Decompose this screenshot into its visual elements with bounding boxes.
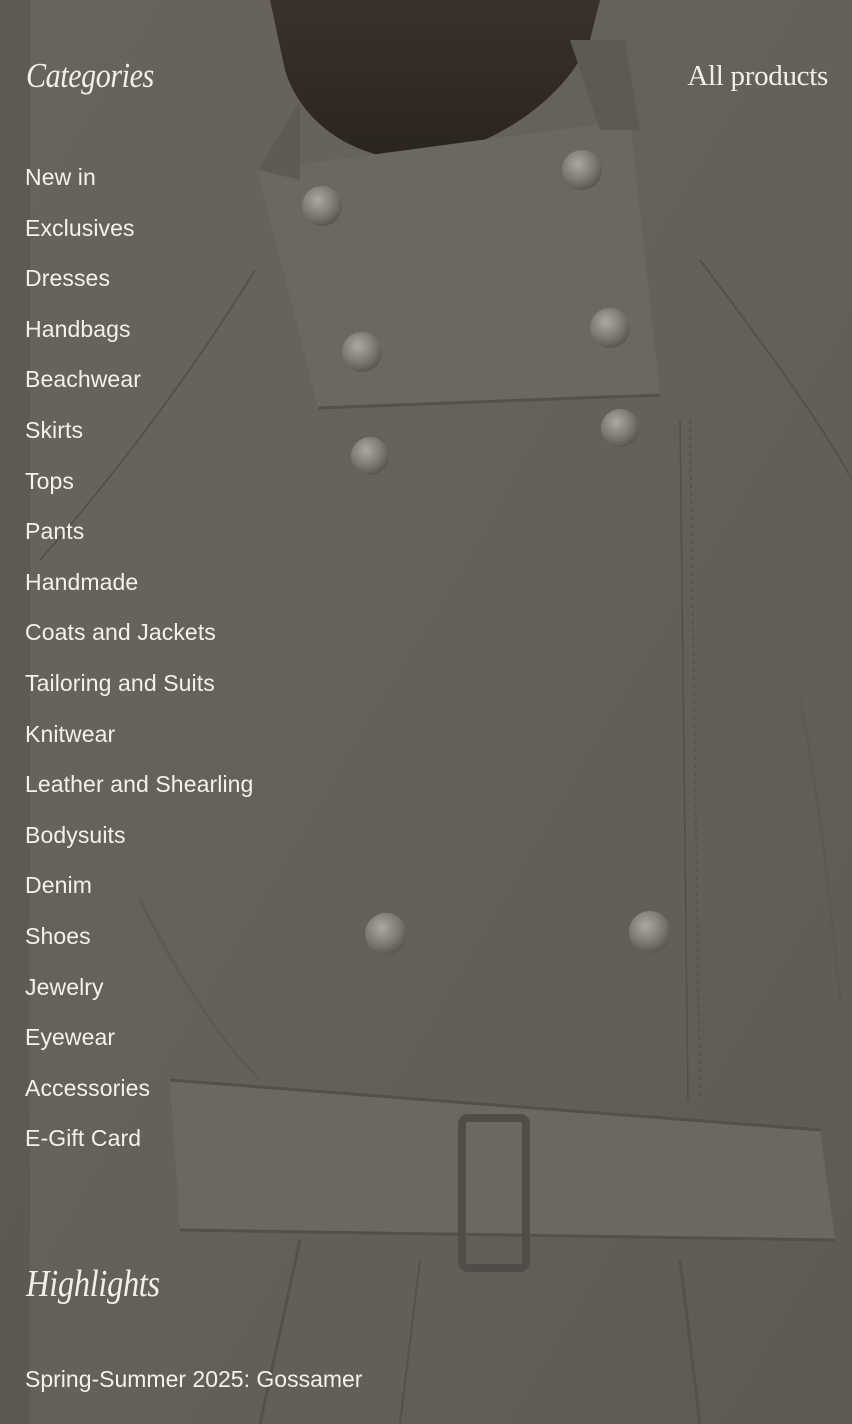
category-link-new-in[interactable]: New in: [25, 158, 96, 196]
category-item: Dresses: [25, 259, 253, 310]
category-item: Eyewear: [25, 1018, 253, 1069]
category-item: Beachwear: [25, 360, 253, 411]
category-link-beachwear[interactable]: Beachwear: [25, 360, 141, 398]
category-link-accessories[interactable]: Accessories: [25, 1069, 150, 1107]
category-link-knitwear[interactable]: Knitwear: [25, 715, 115, 753]
highlights-heading: Highlights: [26, 1263, 160, 1305]
category-item: Exclusives: [25, 209, 253, 260]
category-link-tailoring-and-suits[interactable]: Tailoring and Suits: [25, 664, 215, 702]
category-item: Handbags: [25, 310, 253, 361]
category-item: New in: [25, 158, 253, 209]
category-link-tops[interactable]: Tops: [25, 462, 74, 500]
category-link-exclusives[interactable]: Exclusives: [25, 209, 135, 247]
category-item: Shoes: [25, 917, 253, 968]
category-item: Denim: [25, 866, 253, 917]
category-item: Tailoring and Suits: [25, 664, 253, 715]
category-link-coats-and-jackets[interactable]: Coats and Jackets: [25, 613, 216, 651]
highlight-link-spring-summer-2025[interactable]: Spring-Summer 2025: Gossamer: [25, 1366, 362, 1393]
category-item: Skirts: [25, 411, 253, 462]
category-link-pants[interactable]: Pants: [25, 512, 84, 550]
categories-heading: Categories: [26, 56, 154, 95]
category-item: Leather and Shearling: [25, 765, 253, 816]
category-link-e-gift-card[interactable]: E-Gift Card: [25, 1119, 141, 1157]
category-item: Jewelry: [25, 968, 253, 1019]
category-item: Knitwear: [25, 715, 253, 766]
category-link-skirts[interactable]: Skirts: [25, 411, 83, 449]
category-item: Bodysuits: [25, 816, 253, 867]
category-item: Tops: [25, 462, 253, 513]
category-link-dresses[interactable]: Dresses: [25, 259, 110, 297]
category-link-leather-and-shearling[interactable]: Leather and Shearling: [25, 765, 253, 803]
category-item: Coats and Jackets: [25, 613, 253, 664]
category-link-eyewear[interactable]: Eyewear: [25, 1018, 115, 1056]
category-list: New in Exclusives Dresses Handbags Beach…: [25, 158, 253, 1170]
category-item: Accessories: [25, 1069, 253, 1120]
category-item: Pants: [25, 512, 253, 563]
category-link-jewelry[interactable]: Jewelry: [25, 968, 104, 1006]
category-link-handmade[interactable]: Handmade: [25, 563, 138, 601]
category-item: Handmade: [25, 563, 253, 614]
category-link-shoes[interactable]: Shoes: [25, 917, 91, 955]
category-item: E-Gift Card: [25, 1119, 253, 1170]
category-link-denim[interactable]: Denim: [25, 866, 92, 904]
category-link-handbags[interactable]: Handbags: [25, 310, 131, 348]
category-link-bodysuits[interactable]: Bodysuits: [25, 816, 126, 854]
all-products-link[interactable]: All products: [687, 60, 828, 93]
